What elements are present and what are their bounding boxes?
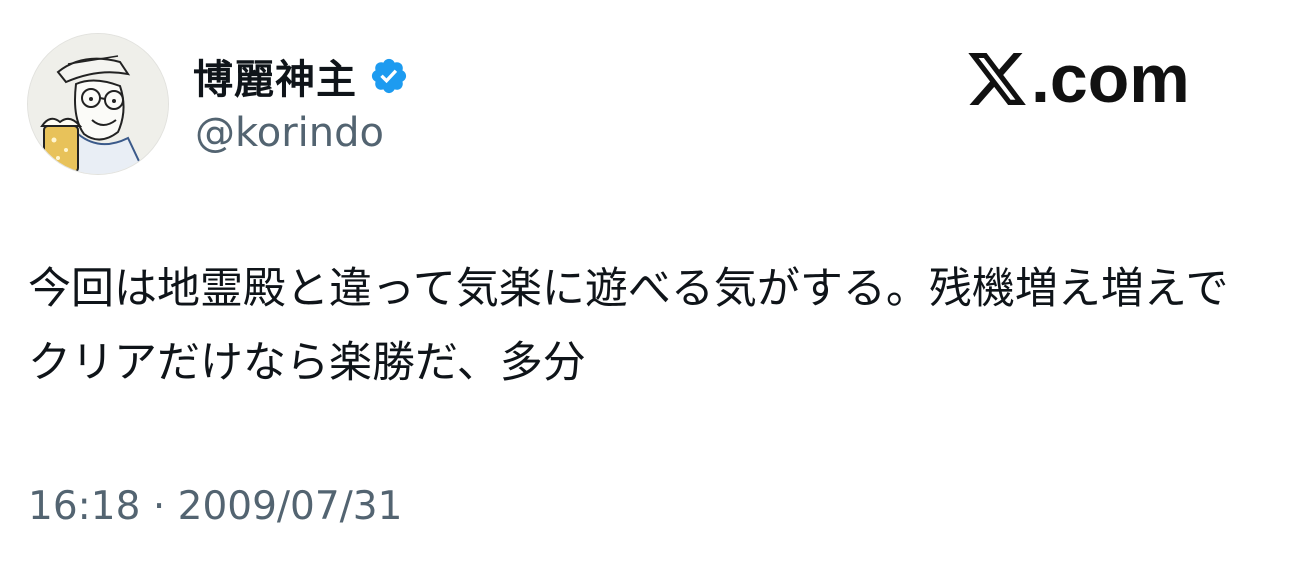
brand-logo: .com [965,40,1190,118]
x-logo-icon [965,47,1029,111]
brand-text: .com [1031,41,1190,117]
author-handle[interactable]: @korindo [195,110,384,156]
author-name-row[interactable]: 博麗神主 [193,48,409,104]
meta-separator: · [152,484,166,529]
display-name[interactable]: 博麗神主 [193,47,357,105]
avatar[interactable] [27,33,169,175]
tweet-text: 今回は地霊殿と違って気楽に遊べる気がする。残機増え増えでクリアだけなら楽勝だ、多… [28,264,1229,388]
verified-badge-icon [369,56,409,96]
tweet-date: 2009/07/31 [177,484,403,529]
cartoon-man-with-beer-avatar-icon [28,34,168,174]
tweet-timestamp[interactable]: 16:18 · 2009/07/31 [28,484,402,529]
tweet-time: 16:18 [28,484,141,529]
